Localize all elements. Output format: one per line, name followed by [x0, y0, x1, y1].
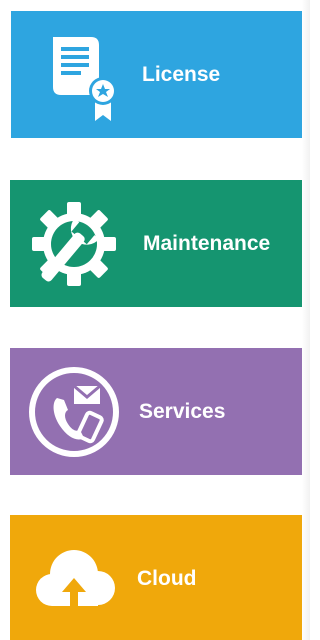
- tile-menu-page: License Maintenance Services Cloud: [0, 0, 310, 640]
- cloud-tile[interactable]: Cloud: [10, 515, 303, 640]
- services-tile[interactable]: Services: [10, 348, 303, 475]
- certificate-icon: [25, 25, 125, 125]
- cloud-label: Cloud: [137, 567, 197, 590]
- maintenance-label: Maintenance: [143, 232, 271, 255]
- gear-wrench-icon: [24, 194, 124, 294]
- maintenance-tile[interactable]: Maintenance: [10, 180, 303, 307]
- license-tile[interactable]: License: [11, 11, 303, 138]
- contact-phone-mail-icon: [24, 362, 124, 462]
- cloud-upload-icon: [24, 528, 124, 628]
- services-label: Services: [139, 400, 226, 423]
- license-label: License: [142, 63, 221, 86]
- scroll-edge-shadow: [302, 0, 310, 640]
